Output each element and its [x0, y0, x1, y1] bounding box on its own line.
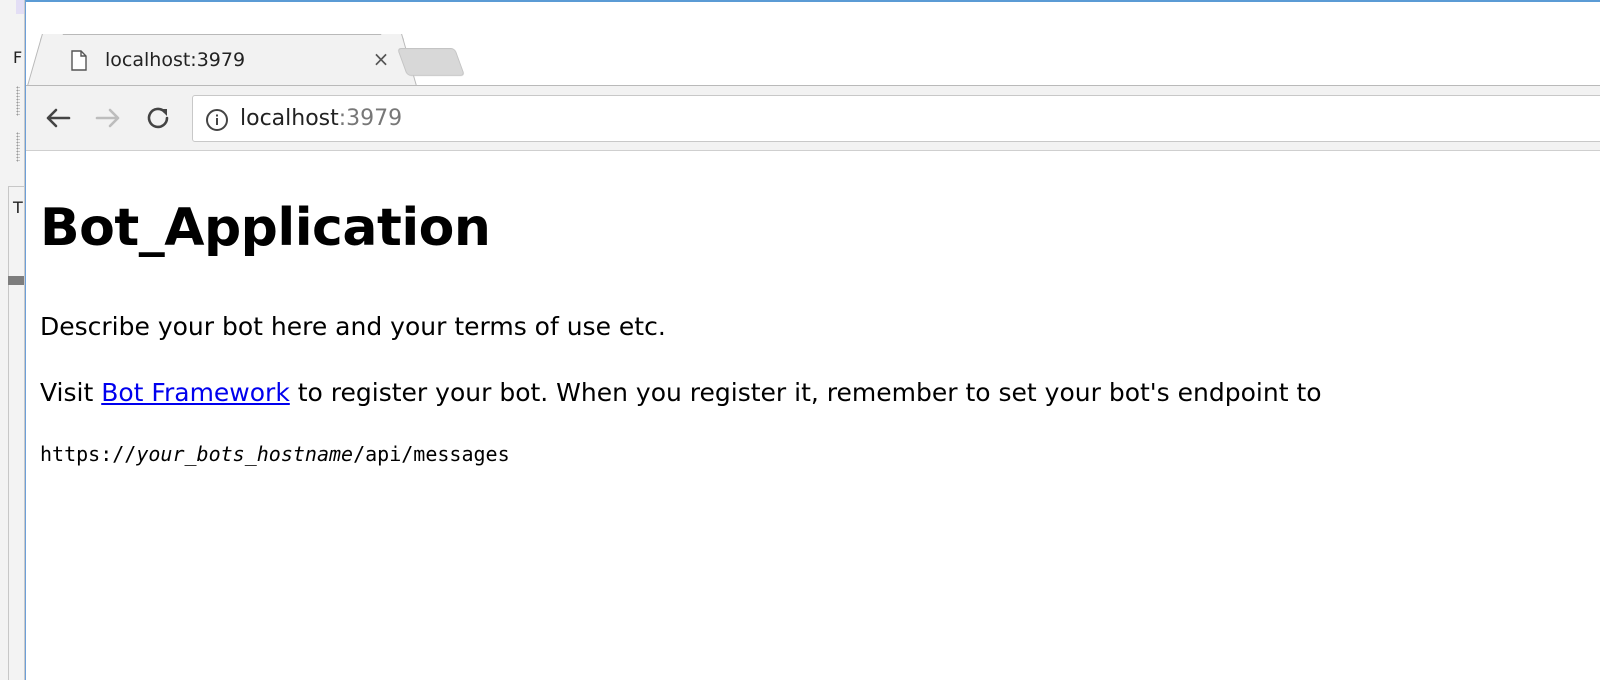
url-host: localhost: [240, 106, 339, 131]
endpoint-path: /api/messages: [353, 442, 510, 466]
address-url: localhost:3979: [240, 106, 402, 131]
background-app-scrollbar: [8, 276, 24, 285]
endpoint-url: https://your_bots_hostname/api/messages: [40, 442, 510, 466]
bot-framework-link[interactable]: Bot Framework: [101, 378, 290, 407]
register-instructions: Visit Bot Framework to register your bot…: [40, 378, 1322, 407]
browser-toolbar: localhost:3979: [26, 85, 1600, 151]
background-app-edge: F T: [0, 0, 25, 680]
info-icon[interactable]: [205, 108, 229, 132]
register-prefix: Visit: [40, 378, 102, 407]
page-icon: [71, 50, 87, 71]
background-app-glyph: F: [13, 48, 23, 67]
forward-arrow-icon[interactable]: [90, 100, 126, 136]
url-port: :3979: [338, 106, 403, 131]
page-description: Describe your bot here and your terms of…: [40, 312, 666, 341]
new-tab-button[interactable]: [396, 48, 466, 76]
background-app-grip: [16, 132, 20, 162]
tab-title: localhost:3979: [105, 49, 246, 71]
tab-localhost[interactable]: localhost:3979 ×: [40, 34, 404, 86]
background-app-divider: [8, 186, 9, 680]
page-title: Bot_Application: [40, 198, 491, 258]
reload-icon[interactable]: [140, 100, 176, 136]
register-suffix: to register your bot. When you register …: [289, 378, 1322, 407]
background-app-accent: [16, 0, 24, 14]
close-icon[interactable]: ×: [369, 47, 393, 71]
background-app-glyph: T: [13, 198, 23, 217]
back-arrow-icon[interactable]: [40, 100, 76, 136]
endpoint-host-placeholder: your_bots_hostname: [136, 442, 354, 466]
endpoint-scheme: https://: [40, 442, 137, 466]
address-bar[interactable]: localhost:3979: [192, 95, 1600, 142]
browser-window: localhost:3979 × localhost:3979 Bot_Appl…: [25, 0, 1600, 680]
background-app-divider: [8, 186, 24, 187]
tab-strip: localhost:3979 ×: [26, 2, 1600, 86]
background-app-grip: [16, 86, 20, 116]
